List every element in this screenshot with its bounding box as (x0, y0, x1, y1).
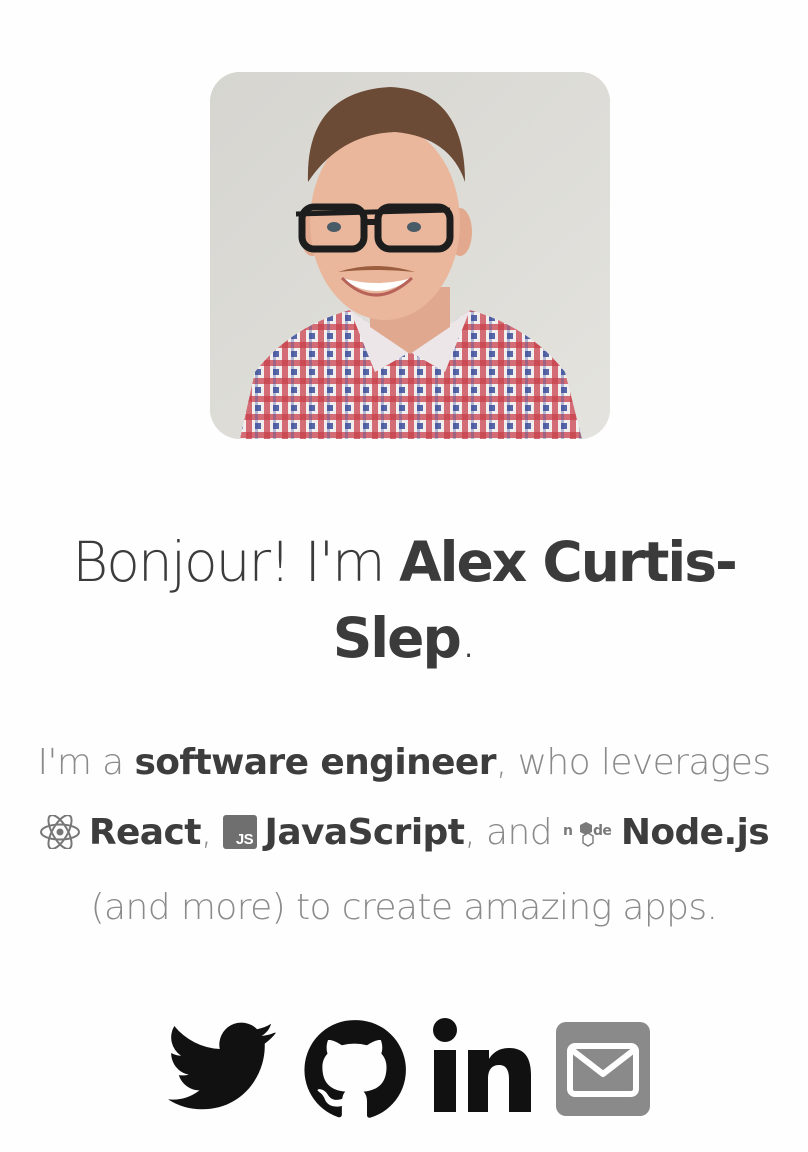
github-link[interactable] (302, 1018, 406, 1126)
svg-text:JS: JS (235, 831, 253, 848)
react-icon (39, 803, 81, 873)
nodejs-icon: n de (563, 803, 613, 873)
profile-photo (210, 72, 610, 439)
svg-text:de: de (593, 823, 611, 839)
email-icon (556, 1022, 650, 1120)
tech-javascript-label: JavaScript (264, 812, 465, 853)
email-link[interactable] (556, 1022, 650, 1120)
tech-nodejs-label: Node.js (620, 812, 770, 853)
github-icon (302, 1020, 406, 1126)
intro-after-role: , who leverages (495, 742, 771, 783)
tech-sep-1: , (200, 812, 223, 853)
intro-lead: I'm a (37, 742, 135, 783)
name-part-2: Slep (332, 606, 462, 670)
tech-react: React (39, 812, 201, 853)
javascript-icon: JS (222, 803, 257, 873)
name-part-1: Alex Curtis- (399, 530, 738, 594)
intro-closing: (and more) to create amazing apps. (90, 887, 718, 928)
twitter-link[interactable] (168, 1022, 276, 1116)
page: Bonjour! I'm Alex Curtis- Slep. I'm a sof… (0, 0, 808, 1152)
greeting-suffix: . (459, 606, 478, 670)
tech-react-label: React (88, 812, 202, 853)
svg-text:n: n (563, 823, 572, 839)
tech-nodejs: n de Node.js (563, 812, 770, 853)
twitter-icon (168, 1022, 276, 1116)
linkedin-link[interactable] (432, 1018, 532, 1118)
intro-role: software engineer (134, 742, 496, 783)
linkedin-icon (432, 1018, 532, 1118)
tech-javascript: JS JavaScript (222, 812, 465, 853)
greeting-heading: Bonjour! I'm Alex Curtis- Slep. (40, 524, 768, 676)
greeting-prefix: Bonjour! I'm (72, 530, 400, 594)
tech-sep-2: , and (464, 812, 563, 853)
intro-paragraph: I'm a software engineer, who leverages R… (24, 728, 784, 943)
social-links (0, 1012, 808, 1122)
profile-photo-illustration (210, 72, 610, 439)
